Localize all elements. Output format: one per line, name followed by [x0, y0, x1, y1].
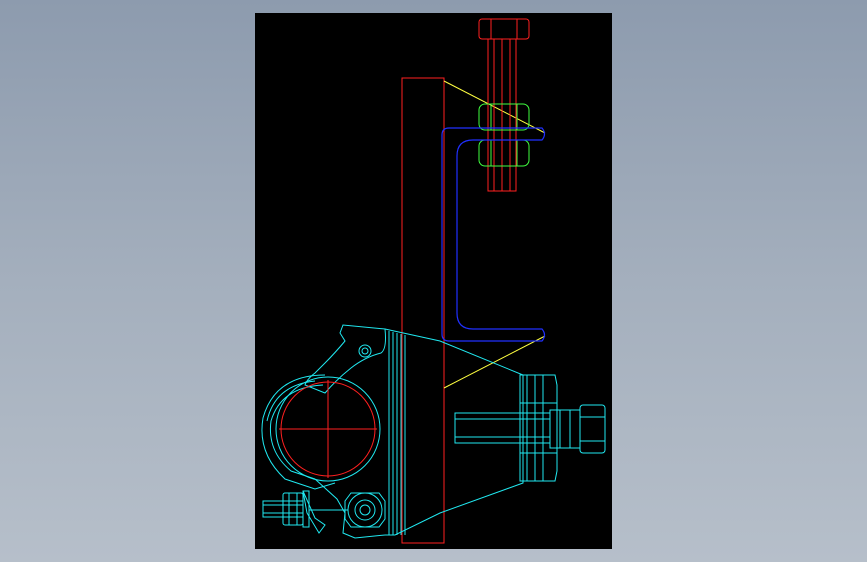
cad-drawing — [261, 18, 606, 544]
swing-bolt-pivot — [347, 492, 383, 528]
side-nut-body — [519, 374, 558, 482]
nut-upper — [478, 103, 530, 131]
side-bolt — [454, 374, 606, 482]
side-bolt-washer — [549, 409, 581, 449]
pipe-clamp — [261, 324, 524, 539]
pipe-section — [279, 380, 377, 478]
beam-outline — [401, 77, 445, 544]
nut-lower — [478, 139, 530, 167]
bolt-hex-head — [478, 18, 530, 40]
cad-background: { "drawing": { "background": "#000000", … — [0, 0, 867, 562]
bolt-nuts — [478, 103, 530, 167]
side-bolt-shank — [454, 412, 551, 444]
guide-line-bottom — [443, 335, 546, 389]
top-bolt — [478, 18, 530, 192]
drawing-viewport[interactable] — [255, 13, 612, 549]
hinge-pin — [358, 344, 372, 358]
clamp-tapered-body — [384, 328, 524, 536]
clamp-jaw-inner — [269, 384, 324, 480]
side-bolt-head — [579, 404, 606, 454]
swing-bolt-nut — [282, 492, 304, 526]
beam-flange — [401, 77, 445, 544]
